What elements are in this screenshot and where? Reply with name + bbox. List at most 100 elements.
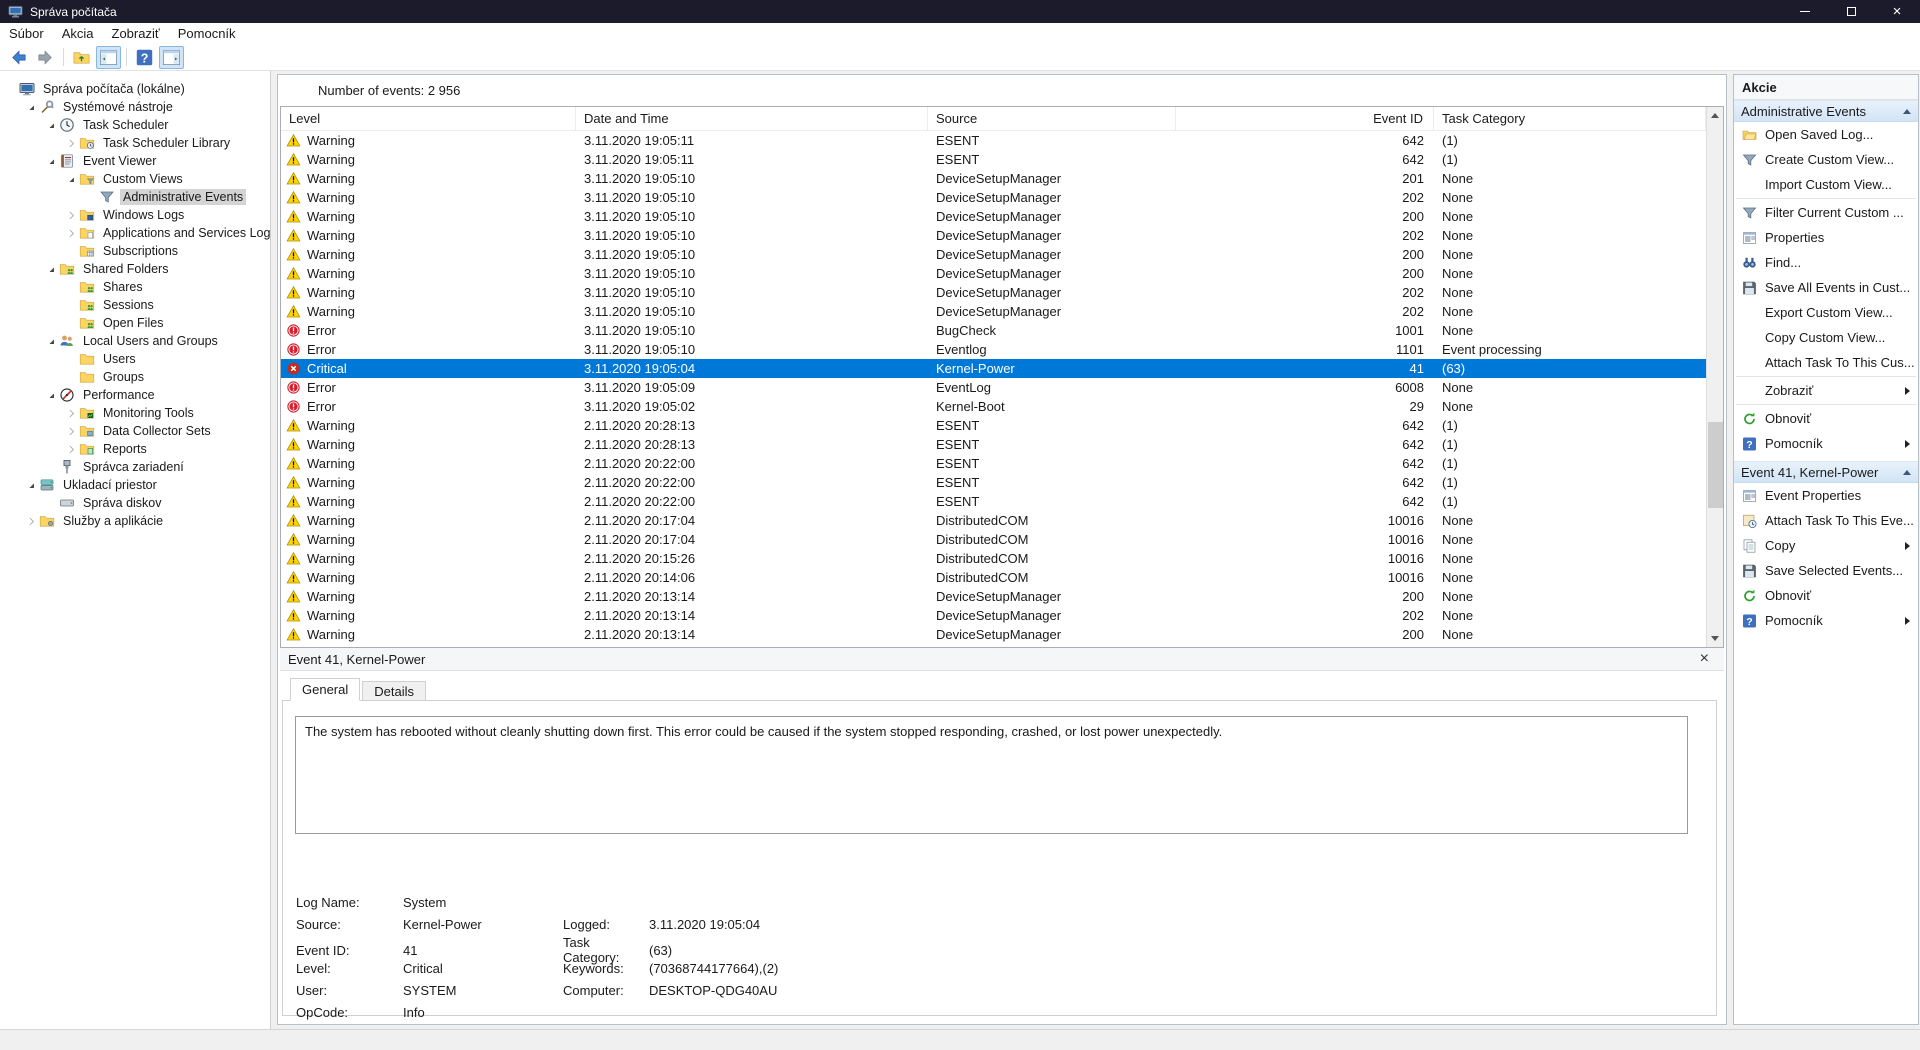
action-save-selected-events[interactable]: Save Selected Events... [1734,558,1918,583]
action-event-properties[interactable]: Event Properties [1734,483,1918,508]
action-save-all-events-in-cust[interactable]: Save All Events in Cust... [1734,275,1918,300]
event-row[interactable]: Error3.11.2020 19:05:02Kernel-Boot29None [281,397,1706,416]
scroll-down-button[interactable] [1707,630,1723,647]
expand-chevron-icon[interactable] [24,514,39,528]
collapse-chevron-icon[interactable] [64,172,79,186]
tree-item-spr-va-diskov[interactable]: Správa diskov [0,494,270,512]
expand-chevron-icon[interactable] [64,424,79,438]
expand-chevron-icon[interactable] [64,406,79,420]
event-row[interactable]: Warning3.11.2020 19:05:10DeviceSetupMana… [281,169,1706,188]
tree-item-task-scheduler[interactable]: Task Scheduler [0,116,270,134]
tree-item-custom-views[interactable]: Custom Views [0,170,270,188]
event-row[interactable]: Warning3.11.2020 19:05:10DeviceSetupMana… [281,302,1706,321]
maximize-button[interactable] [1828,0,1874,23]
expand-chevron-icon[interactable] [64,208,79,222]
action-obnovi[interactable]: Obnoviť [1734,406,1918,431]
collapse-chevron-icon[interactable] [44,154,59,168]
event-row[interactable]: Error3.11.2020 19:05:09EventLog6008None [281,378,1706,397]
tree-item-users[interactable]: Users [0,350,270,368]
event-row[interactable]: Warning3.11.2020 19:05:11ESENT642(1) [281,131,1706,150]
tree-item-slu-by-a-aplik-cie[interactable]: Služby a aplikácie [0,512,270,530]
event-row[interactable]: Warning2.11.2020 20:13:14DeviceSetupMana… [281,606,1706,625]
menu-zobrazi[interactable]: Zobraziť [103,23,169,44]
tree-item-windows-logs[interactable]: Windows Logs [0,206,270,224]
event-row[interactable]: Warning3.11.2020 19:05:10DeviceSetupMana… [281,283,1706,302]
menu-akcia[interactable]: Akcia [53,23,103,44]
tree-item-applications-and-services-logs[interactable]: Applications and Services Logs [0,224,270,242]
tree-item-subscriptions[interactable]: Subscriptions [0,242,270,260]
event-row[interactable]: Warning2.11.2020 20:28:13ESENT642(1) [281,435,1706,454]
tab-details[interactable]: Details [362,681,426,701]
action-pomocn-k[interactable]: ?Pomocník [1734,608,1918,633]
event-row[interactable]: Warning3.11.2020 19:05:11ESENT642(1) [281,150,1706,169]
collapse-chevron-icon[interactable] [44,118,59,132]
event-row[interactable]: Warning2.11.2020 20:22:00ESENT642(1) [281,454,1706,473]
back-button[interactable] [6,46,31,69]
event-row[interactable]: Warning3.11.2020 19:05:10DeviceSetupMana… [281,207,1706,226]
tree-item-sessions[interactable]: Sessions [0,296,270,314]
tree-item-open-files[interactable]: Open Files [0,314,270,332]
action-pomocn-k[interactable]: ?Pomocník [1734,431,1918,456]
action-open-saved-log[interactable]: Open Saved Log... [1734,122,1918,147]
action-zobrazi[interactable]: Zobraziť [1734,378,1918,403]
help-button[interactable]: ? [132,46,157,69]
collapse-section-icon[interactable] [1903,470,1911,475]
expand-chevron-icon[interactable] [64,442,79,456]
tree-item-local-users-and-groups[interactable]: Local Users and Groups [0,332,270,350]
action-create-custom-view[interactable]: Create Custom View... [1734,147,1918,172]
menu-pomocn-k[interactable]: Pomocník [169,23,245,44]
action-attach-task-to-this-eve[interactable]: Attach Task To This Eve... [1734,508,1918,533]
tree-item-groups[interactable]: Groups [0,368,270,386]
action-properties[interactable]: Properties [1734,225,1918,250]
collapse-chevron-icon[interactable] [24,478,39,492]
tree-item-syst-mov-n-stroje[interactable]: Systémové nástroje [0,98,270,116]
collapse-chevron-icon[interactable] [44,334,59,348]
tree-item-spr-vca-zariaden[interactable]: Správca zariadení [0,458,270,476]
tree-item-shares[interactable]: Shares [0,278,270,296]
tab-general[interactable]: General [290,678,360,701]
action-obnovi[interactable]: Obnoviť [1734,583,1918,608]
column-header-task-category[interactable]: Task Category [1434,107,1706,130]
vertical-scrollbar[interactable] [1706,107,1723,647]
tree-item-event-viewer[interactable]: Event Viewer [0,152,270,170]
event-row[interactable]: Warning3.11.2020 19:05:10DeviceSetupMana… [281,264,1706,283]
event-row[interactable]: Warning2.11.2020 20:28:13ESENT642(1) [281,416,1706,435]
column-header-level[interactable]: Level [281,107,576,130]
collapse-chevron-icon[interactable] [44,262,59,276]
action-copy[interactable]: Copy [1734,533,1918,558]
expand-chevron-icon[interactable] [64,226,79,240]
action-find[interactable]: Find... [1734,250,1918,275]
action-export-custom-view[interactable]: Export Custom View... [1734,300,1918,325]
up-one-level-button[interactable] [69,46,94,69]
event-row[interactable]: Warning3.11.2020 19:05:10DeviceSetupMana… [281,226,1706,245]
event-row[interactable]: Warning3.11.2020 19:05:10DeviceSetupMana… [281,245,1706,264]
collapse-chevron-icon[interactable] [24,100,39,114]
action-section-header-administrative-events[interactable]: Administrative Events [1734,100,1918,122]
menu-s-bor[interactable]: Súbor [0,23,53,44]
tree-item-administrative-events[interactable]: Administrative Events [0,188,270,206]
event-row[interactable]: Critical3.11.2020 19:05:04Kernel-Power41… [281,359,1706,378]
action-attach-task-to-this-cus[interactable]: Attach Task To This Cus... [1734,350,1918,375]
event-row[interactable]: Warning2.11.2020 20:22:00ESENT642(1) [281,473,1706,492]
tree-item-spr-va-po-ta-a-lok-lne[interactable]: Správa počítača (lokálne) [0,80,270,98]
event-row[interactable]: Error3.11.2020 19:05:10Eventlog1101Event… [281,340,1706,359]
column-header-event-id[interactable]: Event ID [1176,107,1434,130]
event-row[interactable]: Warning2.11.2020 20:13:14DeviceSetupMana… [281,625,1706,644]
close-preview-icon[interactable]: × [1700,651,1709,667]
forward-button[interactable] [33,46,58,69]
scrollbar-thumb[interactable] [1708,422,1723,508]
action-import-custom-view[interactable]: Import Custom View... [1734,172,1918,197]
tree-item-reports[interactable]: Reports [0,440,270,458]
collapse-section-icon[interactable] [1903,109,1911,114]
tree-item-data-collector-sets[interactable]: Data Collector Sets [0,422,270,440]
event-row[interactable]: Warning2.11.2020 20:17:04DistributedCOM1… [281,530,1706,549]
scroll-up-button[interactable] [1707,107,1723,124]
event-row[interactable]: Error3.11.2020 19:05:10BugCheck1001None [281,321,1706,340]
event-row[interactable]: Warning2.11.2020 20:17:04DistributedCOM1… [281,511,1706,530]
tree-item-performance[interactable]: Performance [0,386,270,404]
column-header-date-and-time[interactable]: Date and Time [576,107,928,130]
tree-item-monitoring-tools[interactable]: Monitoring Tools [0,404,270,422]
show-action-pane-button[interactable] [159,46,184,69]
action-copy-custom-view[interactable]: Copy Custom View... [1734,325,1918,350]
column-header-source[interactable]: Source [928,107,1176,130]
